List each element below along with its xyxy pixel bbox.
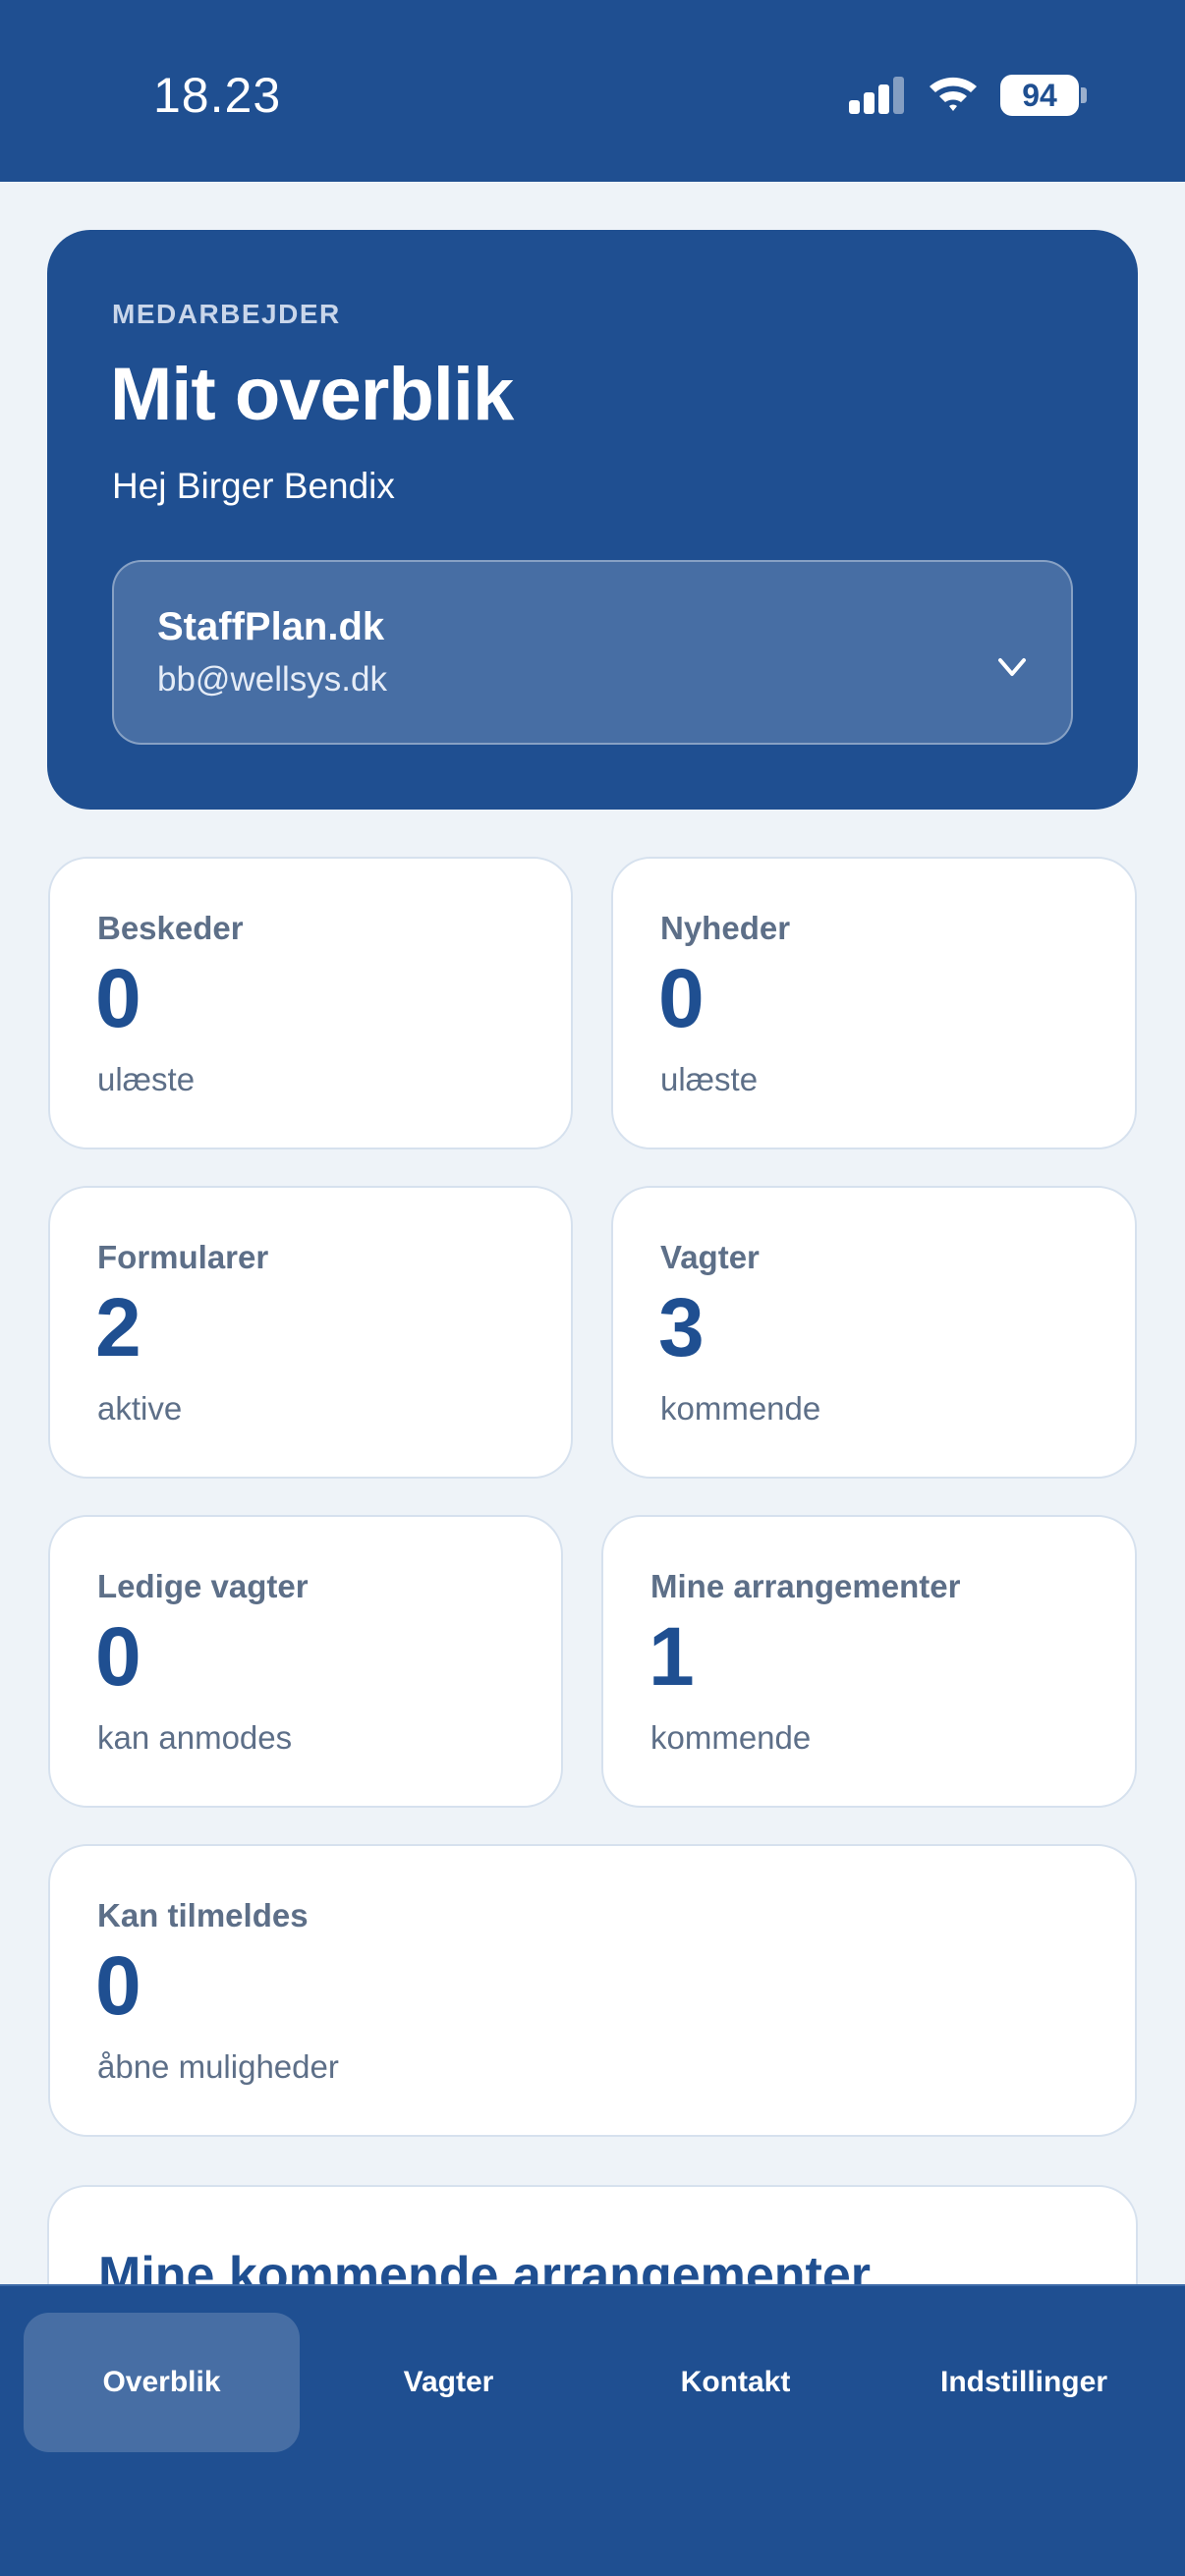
news-card[interactable]: Nyheder 0 ulæste (611, 857, 1137, 1149)
card-subtitle: kan anmodes (97, 1719, 293, 1756)
organization-name: StaffPlan.dk (157, 605, 385, 648)
signup-card[interactable]: Kan tilmeldes 0 åbne muligheder (48, 1844, 1137, 2137)
card-value: 0 (95, 1939, 141, 2032)
tab-indstillinger[interactable]: Indstillinger (884, 2313, 1163, 2452)
forms-card[interactable]: Formularer 2 aktive (48, 1186, 573, 1479)
my-events-card[interactable]: Mine arrangementer 1 kommende (601, 1515, 1137, 1808)
tab-overblik[interactable]: Overblik (24, 2313, 300, 2452)
overview-header: MEDARBEJDER Mit overblik Hej Birger Bend… (47, 230, 1138, 810)
messages-card[interactable]: Beskeder 0 ulæste (48, 857, 573, 1149)
card-subtitle: kommende (660, 1390, 821, 1427)
status-bar: 18.23 94 (0, 0, 1185, 182)
card-label: Kan tilmeldes (97, 1897, 309, 1933)
battery-icon: 94 (1000, 75, 1079, 116)
organization-email: bb@wellsys.dk (157, 660, 387, 699)
card-value: 3 (658, 1281, 705, 1373)
card-label: Beskeder (97, 910, 244, 946)
greeting-text: Hej Birger Bendix (112, 466, 395, 506)
screen: 18.23 94 MEDARBEJDER Mit overblik Hej Bi… (0, 0, 1185, 2576)
card-value: 0 (95, 952, 141, 1044)
signal-icon (849, 77, 906, 114)
card-label: Vagter (660, 1239, 760, 1275)
card-label: Mine arrangementer (650, 1568, 961, 1604)
card-value: 0 (658, 952, 705, 1044)
available-shifts-card[interactable]: Ledige vagter 0 kan anmodes (48, 1515, 563, 1808)
card-label: Formularer (97, 1239, 269, 1275)
status-time: 18.23 (153, 68, 282, 123)
page-title: Mit overblik (110, 353, 514, 436)
card-subtitle: aktive (97, 1390, 183, 1427)
card-subtitle: ulæste (660, 1061, 759, 1097)
role-label: MEDARBEJDER (112, 299, 341, 329)
card-value: 0 (95, 1610, 141, 1703)
card-subtitle: kommende (650, 1719, 812, 1756)
chevron-down-icon (998, 658, 1026, 676)
card-value: 1 (649, 1610, 695, 1703)
battery-cap (1081, 87, 1087, 103)
card-subtitle: ulæste (97, 1061, 196, 1097)
card-value: 2 (95, 1281, 141, 1373)
card-label: Nyheder (660, 910, 791, 946)
shifts-card[interactable]: Vagter 3 kommende (611, 1186, 1137, 1479)
card-label: Ledige vagter (97, 1568, 309, 1604)
card-subtitle: åbne muligheder (97, 2048, 339, 2085)
organization-selector[interactable]: StaffPlan.dk bb@wellsys.dk (112, 560, 1073, 745)
tab-vagter[interactable]: Vagter (310, 2313, 587, 2452)
tab-kontakt[interactable]: Kontakt (597, 2313, 874, 2452)
bottom-navigation: Overblik Vagter Kontakt Indstillinger (0, 2284, 1185, 2576)
wifi-icon (930, 77, 977, 111)
